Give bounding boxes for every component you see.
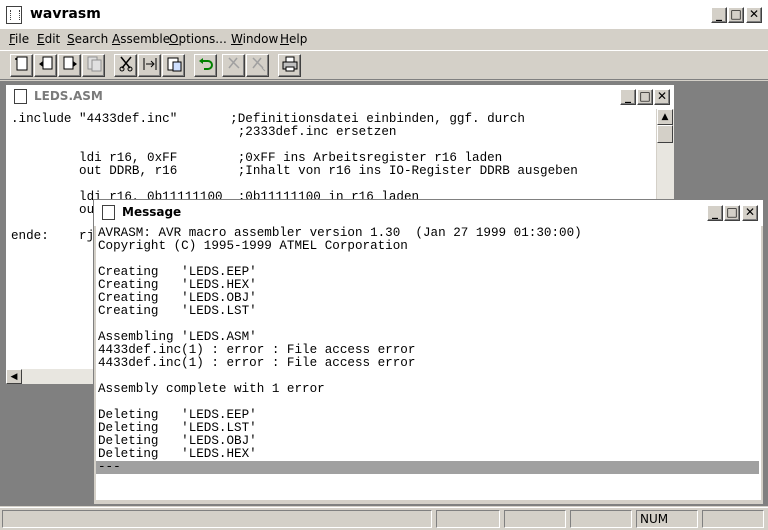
print-icon[interactable] [278,54,301,77]
editor-close-icon[interactable]: ✕ [654,89,670,105]
message-minimize-icon[interactable]: _ [707,205,723,221]
minimize-icon[interactable]: _ [711,7,727,23]
new-file-icon[interactable] [10,54,33,77]
message-line: Assembly complete with 1 error [98,382,325,396]
cut-icon[interactable] [114,54,137,77]
editor-maximize-icon[interactable]: □ [637,89,653,105]
main-title-bar[interactable]: wavrasm _ □ ✕ [0,0,768,30]
message-line: Deleting 'LEDS.HEX' [98,447,257,461]
copy-icon[interactable] [138,54,161,77]
app-title: wavrasm [30,6,101,22]
document-icon [14,89,27,104]
toolbar [0,50,768,80]
scroll-thumb[interactable] [657,125,673,143]
scroll-up-icon[interactable]: ▲ [657,109,673,125]
menu-file[interactable]: File [9,32,29,46]
message-title: Message [122,205,182,219]
status-message-pane [2,510,432,528]
num-lock-indicator: NUM [636,510,698,528]
scroll-left-icon[interactable]: ◀ [6,369,22,384]
open-file-icon[interactable] [34,54,57,77]
selected-line-highlight [96,461,759,474]
message-output-area[interactable]: AVRASM: AVR macro assembler version 1.30… [96,226,761,500]
message-close-icon[interactable]: ✕ [742,205,758,221]
message-window[interactable]: Message _ □ ✕ AVRASM: AVR macro assemble… [93,199,764,505]
menu-edit[interactable]: Edit [37,32,60,46]
code-line: ;2333def.inc ersetzen [11,125,397,139]
code-line: ende: rj [11,229,95,243]
status-pane [436,510,500,528]
maximize-icon[interactable]: □ [728,7,744,23]
editor-title-bar[interactable]: LEDS.ASM _ □ ✕ [6,85,674,109]
undo-icon[interactable] [194,54,217,77]
menu-search[interactable]: Search [67,32,108,46]
editor-title: LEDS.ASM [34,89,103,103]
menu-bar: File Edit Search Assemble Options... Win… [0,30,768,50]
status-pane [504,510,566,528]
message-title-bar[interactable]: Message _ □ ✕ [94,200,763,226]
save-file-icon[interactable] [58,54,81,77]
document-icon [102,205,115,220]
message-line: Copyright (C) 1995-1999 ATMEL Corporatio… [98,239,408,253]
code-line: out DDRB, r16 ;Inhalt von r16 ins IO-Reg… [11,164,578,178]
menu-assemble[interactable]: Assemble [112,32,170,46]
message-line: --- [98,460,121,474]
menu-window[interactable]: Window [231,32,278,46]
app-icon[interactable] [6,6,22,24]
find-next-icon[interactable] [246,54,269,77]
message-line: Creating 'LEDS.LST' [98,304,257,318]
editor-minimize-icon[interactable]: _ [620,89,636,105]
menu-options[interactable]: Options... [169,32,227,46]
close-icon[interactable]: ✕ [746,7,762,23]
save-all-icon[interactable] [82,54,105,77]
menu-help[interactable]: Help [280,32,307,46]
message-line: 4433def.inc(1) : error : File access err… [98,356,416,370]
status-bar: NUM [0,507,768,530]
code-line: out [11,203,102,217]
status-pane [570,510,632,528]
find-icon[interactable] [222,54,245,77]
message-maximize-icon[interactable]: □ [724,205,740,221]
paste-icon[interactable] [162,54,185,77]
status-pane [702,510,764,528]
